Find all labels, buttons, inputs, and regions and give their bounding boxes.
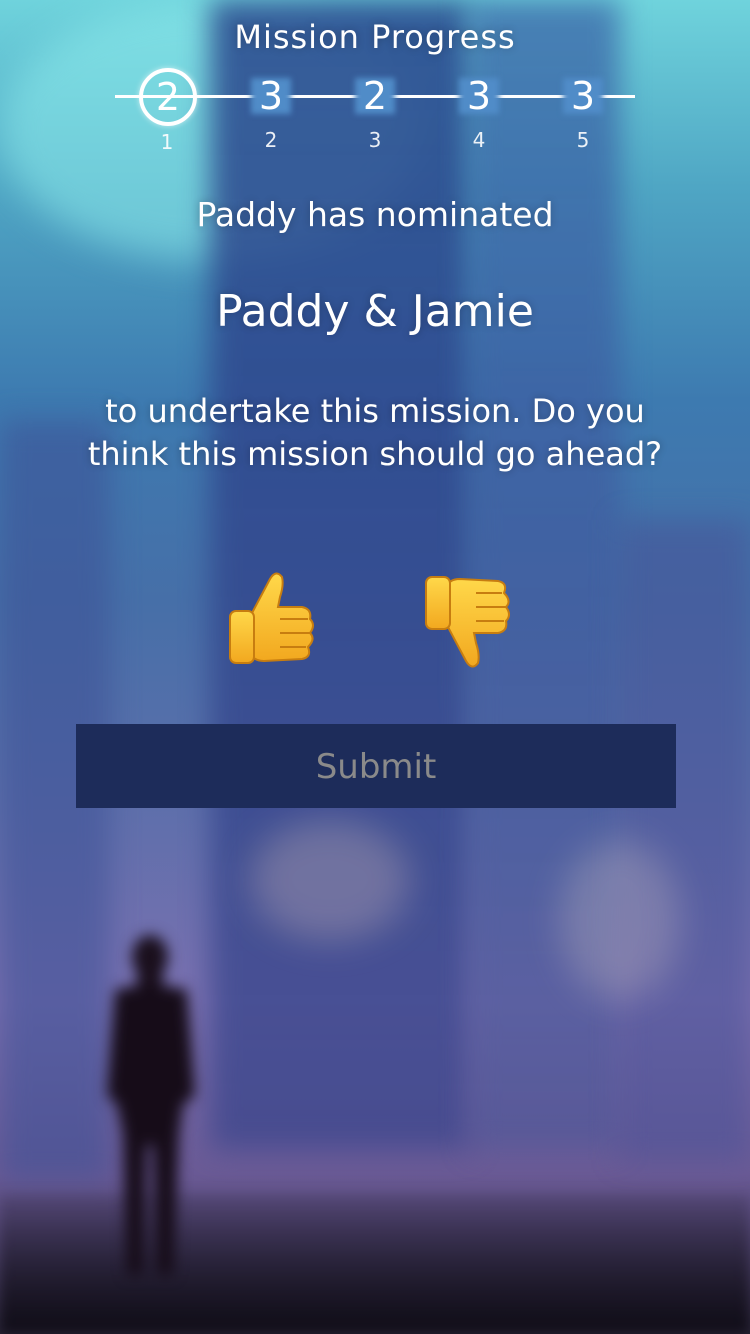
- progress-step-index: 2: [264, 128, 278, 152]
- thumbs-up-icon: [229, 572, 315, 664]
- person-silhouette: [107, 935, 195, 1275]
- progress-step-value: 3: [243, 68, 299, 124]
- reject-button[interactable]: [418, 565, 528, 675]
- page-title: Mission Progress: [234, 18, 516, 56]
- progress-step-4: 3 4: [451, 68, 507, 152]
- progress-step-1: 2 1: [139, 68, 197, 154]
- nominated-team: Paddy & Jamie: [216, 286, 534, 337]
- vote-options: [0, 565, 750, 679]
- progress-step-value: 3: [451, 68, 507, 124]
- progress-step-3: 2 3: [347, 68, 403, 152]
- progress-step-index: 3: [368, 128, 382, 152]
- progress-step-index: 4: [472, 128, 486, 152]
- progress-step-value: 3: [555, 68, 611, 124]
- progress-step-value: 2: [347, 68, 403, 124]
- progress-step-index: 1: [160, 130, 174, 154]
- nomination-intro: Paddy has nominated: [196, 195, 554, 234]
- vote-question: to undertake this mission. Do you think …: [87, 392, 663, 473]
- mission-progress-tracker: 2 1 3 2 2 3 3 4 3 5: [115, 68, 635, 158]
- approve-button[interactable]: [222, 565, 332, 675]
- thumbs-down-icon: [424, 576, 510, 668]
- progress-step-index: 5: [576, 128, 590, 152]
- progress-step-5: 3 5: [555, 68, 611, 152]
- progress-step-2: 3 2: [243, 68, 299, 152]
- submit-button[interactable]: Submit: [76, 724, 676, 808]
- progress-step-value: 2: [139, 68, 197, 126]
